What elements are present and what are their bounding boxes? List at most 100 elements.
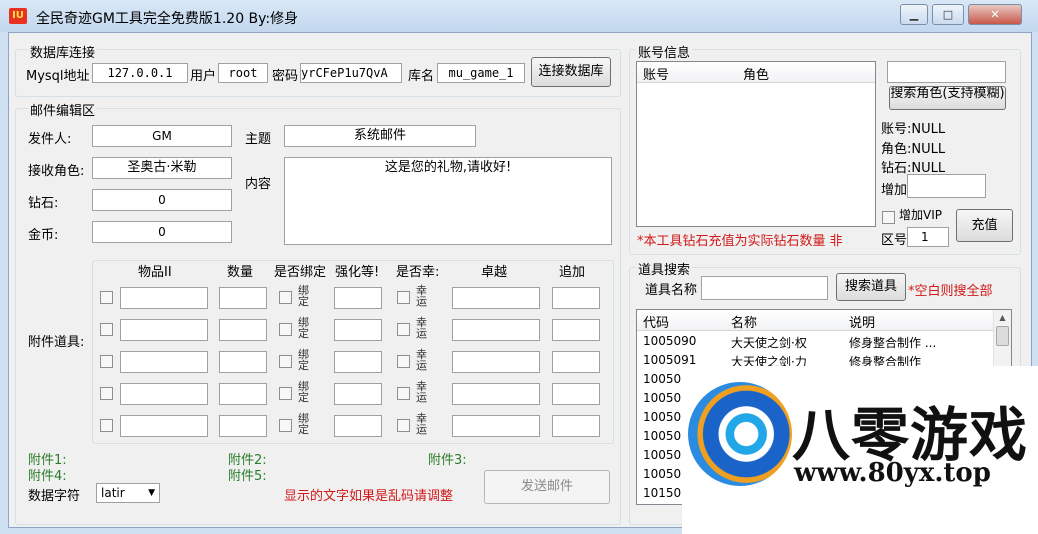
extra-input[interactable] <box>552 383 600 405</box>
zone-input[interactable]: 1 <box>907 227 949 247</box>
dbname-label: 库名 <box>408 69 435 84</box>
item-desc: 修身整合制作 ... <box>849 336 937 350</box>
item-list-header: 代码 名称 说明 <box>637 310 1011 331</box>
account-list[interactable]: 账号 角色 <box>636 61 876 227</box>
luck-label: 幸运 <box>416 316 427 340</box>
attachment-enable-checkbox[interactable] <box>100 355 113 368</box>
qty-input[interactable] <box>219 351 267 373</box>
attachment-enable-checkbox[interactable] <box>100 419 113 432</box>
gold-input[interactable]: 0 <box>92 221 232 243</box>
charset-select[interactable]: latir ▼ <box>96 483 160 503</box>
diamond-input[interactable]: 0 <box>92 189 232 211</box>
host-input[interactable]: 127.0.0.1 <box>92 63 188 83</box>
col-enhance: 强化等! <box>335 265 380 280</box>
role-search-button[interactable]: 搜索角色(支持模糊) <box>889 86 1006 110</box>
excellent-input[interactable] <box>452 383 540 405</box>
vip-label: 增加VIP <box>899 208 942 222</box>
recharge-button[interactable]: 充值 <box>956 209 1013 242</box>
diamond-label: 钻石: <box>28 196 59 211</box>
zone-label: 区号 <box>881 233 908 248</box>
maximize-button[interactable]: □ <box>932 4 964 25</box>
add-diamond-input[interactable] <box>907 174 986 198</box>
extra-input[interactable] <box>552 287 600 309</box>
attachment-enable-checkbox[interactable] <box>100 387 113 400</box>
bind-checkbox[interactable] <box>279 355 292 368</box>
recharge-notice: *本工具钻石充值为实际钻石数量 非 <box>637 234 843 249</box>
excellent-input[interactable] <box>452 319 540 341</box>
item-row[interactable]: 1005090 大天使之剑·权 修身整合制作 ... <box>637 332 1011 351</box>
user-input[interactable]: root <box>218 63 268 83</box>
bind-checkbox[interactable] <box>279 323 292 336</box>
content-textarea[interactable]: 这是您的礼物,请收好! <box>284 157 612 245</box>
garbled-hint: 显示的文字如果是乱码请调整 <box>284 489 454 504</box>
minimize-button[interactable]: ▁ <box>900 4 928 25</box>
enhance-input[interactable] <box>334 319 382 341</box>
qty-input[interactable] <box>219 415 267 437</box>
item-name-label: 道具名称 <box>645 283 698 298</box>
close-button[interactable]: ✕ <box>968 4 1022 25</box>
account-list-header: 账号 角色 <box>637 62 875 83</box>
enhance-input[interactable] <box>334 287 382 309</box>
item-name-input[interactable] <box>701 276 828 300</box>
content-label: 内容 <box>245 177 272 192</box>
send-mail-button[interactable]: 发送邮件 <box>484 470 610 504</box>
watermark-logo: 八零游戏 www.80yx.top <box>682 366 1038 534</box>
scroll-thumb[interactable] <box>996 326 1009 346</box>
item-id-input[interactable] <box>120 383 208 405</box>
item-id-input[interactable] <box>120 415 208 437</box>
item-id-input[interactable] <box>120 319 208 341</box>
bind-checkbox[interactable] <box>279 291 292 304</box>
item-col-desc: 说明 <box>849 316 876 331</box>
bind-label: 绑定 <box>298 316 309 340</box>
extra-input[interactable] <box>552 319 600 341</box>
attachments-label: 附件道具: <box>28 335 85 350</box>
excellent-input[interactable] <box>452 287 540 309</box>
account-group-label: 账号信息 <box>636 42 693 61</box>
password-input[interactable]: yrCFeP1u7QvA <box>300 63 402 83</box>
app-icon: IU <box>9 8 27 24</box>
item-search-button[interactable]: 搜索道具 <box>836 273 906 301</box>
scroll-up-icon[interactable]: ▲ <box>994 310 1011 326</box>
receiver-label: 接收角色: <box>28 164 85 179</box>
excellent-input[interactable] <box>452 415 540 437</box>
col-luck: 是否幸: <box>396 265 440 280</box>
qty-input[interactable] <box>219 383 267 405</box>
luck-checkbox[interactable] <box>397 323 410 336</box>
connect-db-button[interactable]: 连接数据库 <box>531 57 611 87</box>
dbname-input[interactable]: mu_game_1 <box>437 63 525 83</box>
bind-label: 绑定 <box>298 412 309 436</box>
luck-checkbox[interactable] <box>397 291 410 304</box>
password-label: 密码 <box>272 69 299 84</box>
item-id-input[interactable] <box>120 287 208 309</box>
qty-input[interactable] <box>219 287 267 309</box>
qty-input[interactable] <box>219 319 267 341</box>
bind-checkbox[interactable] <box>279 419 292 432</box>
bind-checkbox[interactable] <box>279 387 292 400</box>
enhance-input[interactable] <box>334 351 382 373</box>
bind-label: 绑定 <box>298 284 309 308</box>
extra-input[interactable] <box>552 415 600 437</box>
add-label: 增加 <box>881 183 908 198</box>
vip-checkbox[interactable] <box>882 211 895 224</box>
extra-input[interactable] <box>552 351 600 373</box>
db-group-label: 数据库连接 <box>28 42 98 61</box>
luck-checkbox[interactable] <box>397 387 410 400</box>
mail-group-label: 邮件编辑区 <box>28 100 98 119</box>
luck-label: 幸运 <box>416 348 427 372</box>
receiver-input[interactable]: 圣奥古·米勒 <box>92 157 232 179</box>
attachment-enable-checkbox[interactable] <box>100 291 113 304</box>
role-search-input[interactable] <box>887 61 1006 83</box>
sender-input[interactable]: GM <box>92 125 232 147</box>
subject-input[interactable]: 系统邮件 <box>284 125 476 147</box>
item-col-name: 名称 <box>731 316 758 331</box>
title-bar: IU 全民奇迹GM工具完全免费版1.20 By:修身 ▁ □ ✕ <box>0 0 1038 32</box>
attachment3-status: 附件3: <box>428 453 467 468</box>
attachment-enable-checkbox[interactable] <box>100 323 113 336</box>
item-id-input[interactable] <box>120 351 208 373</box>
excellent-input[interactable] <box>452 351 540 373</box>
luck-checkbox[interactable] <box>397 355 410 368</box>
enhance-input[interactable] <box>334 415 382 437</box>
luck-checkbox[interactable] <box>397 419 410 432</box>
enhance-input[interactable] <box>334 383 382 405</box>
luck-label: 幸运 <box>416 284 427 308</box>
